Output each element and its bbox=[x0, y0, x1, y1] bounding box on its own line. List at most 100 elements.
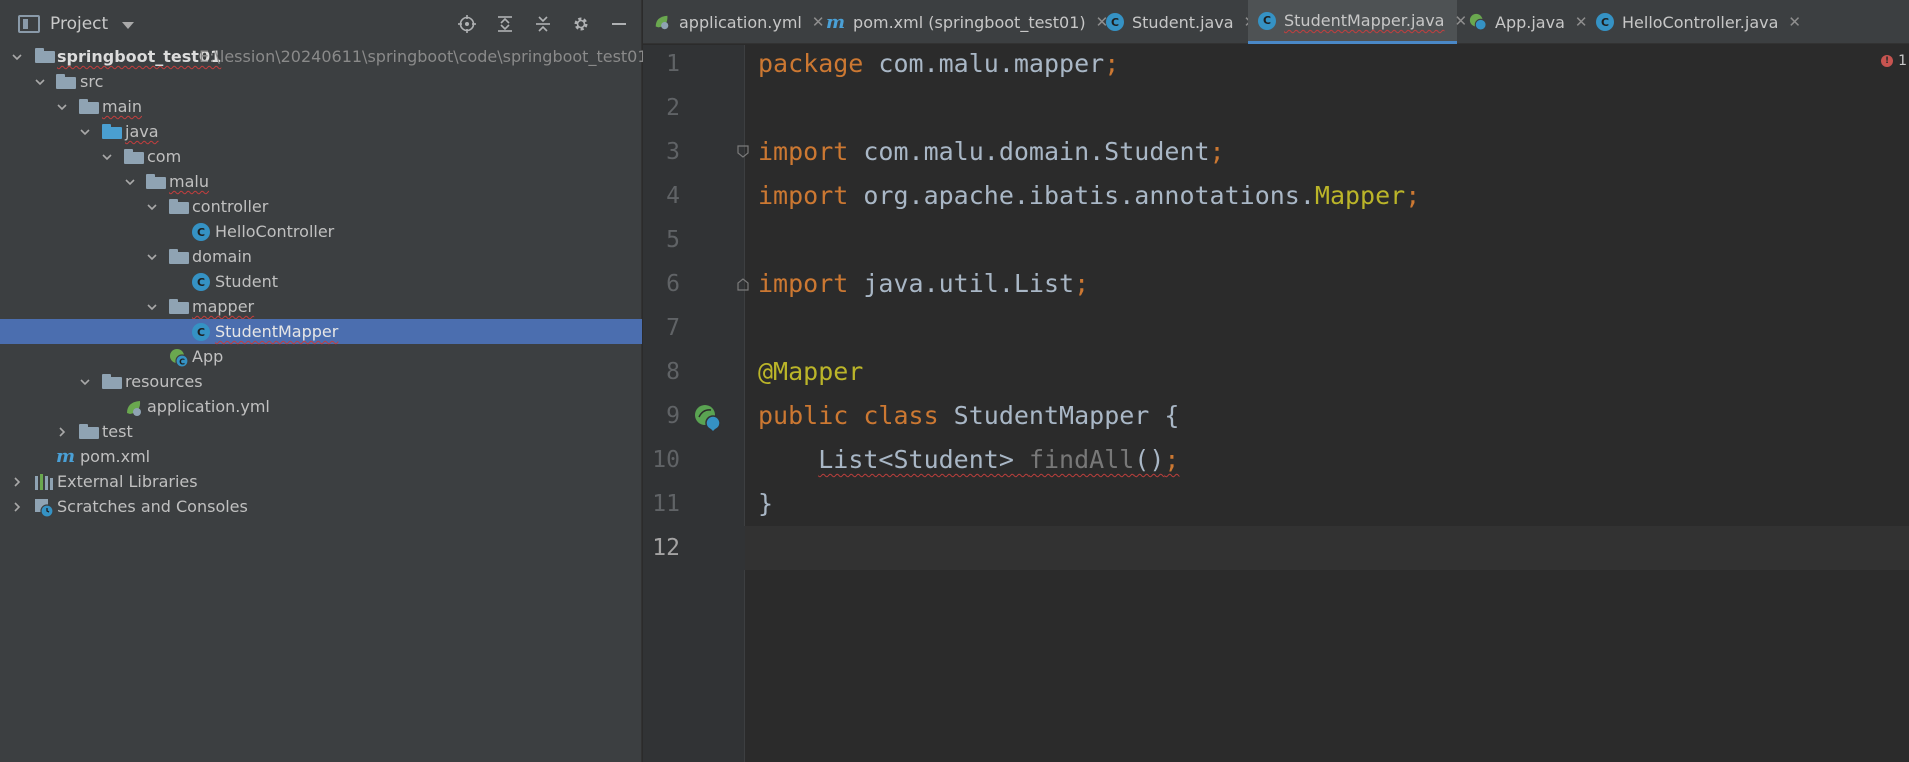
tree-row-module[interactable]: springboot_test01 E:\lession\20240611\sp… bbox=[0, 44, 648, 69]
tree-item-label: controller bbox=[192, 197, 269, 216]
chevron-right-icon[interactable] bbox=[56, 426, 68, 438]
tree-item-label: src bbox=[80, 72, 104, 91]
tree-row-pom[interactable]: m pom.xml bbox=[0, 444, 642, 469]
tree-row-application-yml[interactable]: application.yml bbox=[0, 394, 642, 419]
tab-pom-xml[interactable]: m pom.xml (springboot_test01) ✕ bbox=[826, 0, 1108, 44]
chevron-down-icon[interactable] bbox=[79, 376, 91, 388]
line-number: 8 bbox=[666, 359, 680, 385]
tree-item-label: resources bbox=[125, 372, 203, 391]
chevron-down-icon[interactable] bbox=[56, 101, 68, 113]
tree-row-domain[interactable]: domain bbox=[0, 244, 642, 269]
code-editor[interactable]: ! 1 1 2 3 4 5 6 7 8 9 10 11 12 package c… bbox=[643, 45, 1909, 762]
spring-bean-gutter-icon[interactable] bbox=[693, 403, 723, 433]
package-icon bbox=[146, 174, 166, 192]
code-token: import bbox=[758, 137, 849, 166]
tab-label: HelloController.java bbox=[1622, 12, 1779, 32]
tree-item-label: com bbox=[147, 147, 182, 166]
line-number: 1 bbox=[666, 51, 680, 77]
spring-config-icon bbox=[655, 15, 669, 30]
close-icon[interactable]: ✕ bbox=[1788, 13, 1801, 31]
scratches-icon bbox=[34, 498, 54, 518]
tree-row-main[interactable]: main bbox=[0, 94, 642, 119]
class-icon: C bbox=[192, 223, 212, 241]
tab-student-java[interactable]: C Student.java ✕ bbox=[1106, 0, 1256, 44]
project-panel-title[interactable]: Project bbox=[50, 14, 108, 34]
tree-row-external-libraries[interactable]: External Libraries bbox=[0, 469, 642, 494]
tree-row-studentmapper[interactable]: C StudentMapper bbox=[0, 319, 642, 344]
tree-item-label: test bbox=[102, 422, 133, 441]
package-icon bbox=[169, 199, 189, 217]
chevron-down-icon[interactable] bbox=[146, 201, 158, 213]
tab-application-yml[interactable]: application.yml ✕ bbox=[653, 0, 824, 44]
chevron-right-icon[interactable] bbox=[11, 501, 23, 513]
code-line[interactable]: import java.util.List; bbox=[758, 269, 1089, 298]
tree-row-scratches[interactable]: Scratches and Consoles bbox=[0, 494, 642, 519]
chevron-down-icon[interactable] bbox=[79, 126, 91, 138]
line-number: 12 bbox=[652, 535, 680, 561]
tab-hellocontroller-java[interactable]: C HelloController.java ✕ bbox=[1596, 0, 1801, 44]
code-line[interactable]: List<Student> findAll(); bbox=[758, 445, 1179, 474]
tab-app-java[interactable]: App.java ✕ bbox=[1469, 0, 1587, 44]
code-token: @Mapper bbox=[758, 357, 864, 386]
close-icon[interactable]: ✕ bbox=[812, 13, 825, 31]
chevron-down-icon[interactable] bbox=[122, 22, 135, 29]
chevron-right-icon[interactable] bbox=[11, 476, 23, 488]
tab-studentmapper-java[interactable]: C StudentMapper.java ✕ bbox=[1248, 0, 1467, 44]
expand-all-icon[interactable] bbox=[493, 12, 517, 36]
code-line[interactable]: import org.apache.ibatis.annotations.Map… bbox=[758, 181, 1420, 210]
gear-icon[interactable] bbox=[569, 12, 593, 36]
line-number: 2 bbox=[666, 95, 680, 121]
code-line[interactable]: public class StudentMapper { bbox=[758, 401, 1179, 430]
libraries-icon bbox=[34, 473, 54, 491]
tree-item-label: mapper bbox=[192, 297, 255, 316]
tree-row-hellocontroller[interactable]: C HelloController bbox=[0, 219, 642, 244]
tree-row-com[interactable]: com bbox=[0, 144, 642, 169]
chevron-down-icon[interactable] bbox=[11, 51, 23, 63]
code-line[interactable]: package com.malu.mapper; bbox=[758, 49, 1119, 78]
fold-end-icon[interactable] bbox=[736, 277, 750, 291]
code-token: List<Student> bbox=[818, 445, 1029, 474]
class-icon: C bbox=[1106, 13, 1124, 31]
tree-item-label: App bbox=[192, 347, 224, 366]
current-line-highlight bbox=[643, 526, 1909, 570]
tree-item-label: domain bbox=[192, 247, 252, 266]
folder-icon bbox=[56, 74, 76, 92]
code-token: ; bbox=[1209, 137, 1225, 166]
locate-icon[interactable] bbox=[455, 12, 479, 36]
chevron-down-icon[interactable] bbox=[146, 301, 158, 313]
tree-item-label: pom.xml bbox=[80, 447, 151, 466]
package-icon bbox=[169, 249, 189, 267]
maven-icon: m bbox=[826, 11, 846, 33]
tree-row-resources[interactable]: resources bbox=[0, 369, 642, 394]
code-line[interactable]: import com.malu.domain.Student; bbox=[758, 137, 1225, 166]
package-icon bbox=[124, 149, 144, 167]
project-panel-header: Project bbox=[0, 0, 641, 48]
code-line[interactable]: } bbox=[758, 489, 773, 518]
tab-label: application.yml bbox=[679, 12, 802, 32]
chevron-down-icon[interactable] bbox=[146, 251, 158, 263]
code-line[interactable]: @Mapper bbox=[758, 357, 863, 386]
tree-row-malu[interactable]: malu bbox=[0, 169, 642, 194]
code-token: StudentMapper { bbox=[938, 401, 1180, 430]
close-icon[interactable]: ✕ bbox=[1575, 13, 1588, 31]
tree-row-java[interactable]: java bbox=[0, 119, 642, 144]
tree-row-src[interactable]: src bbox=[0, 69, 642, 94]
close-icon[interactable]: ✕ bbox=[1454, 12, 1467, 30]
chevron-down-icon[interactable] bbox=[34, 76, 46, 88]
line-number: 10 bbox=[652, 447, 680, 473]
inspection-widget[interactable]: ! 1 bbox=[1881, 53, 1907, 69]
code-token: ; bbox=[1405, 181, 1421, 210]
minimize-icon[interactable] bbox=[607, 12, 631, 36]
chevron-down-icon[interactable] bbox=[124, 176, 136, 188]
tree-row-app[interactable]: C App bbox=[0, 344, 642, 369]
tree-row-student[interactable]: C Student bbox=[0, 269, 642, 294]
tree-row-test[interactable]: test bbox=[0, 419, 642, 444]
folder-icon bbox=[79, 99, 99, 117]
tree-row-controller[interactable]: controller bbox=[0, 194, 642, 219]
tree-row-mapper[interactable]: mapper bbox=[0, 294, 642, 319]
collapse-all-icon[interactable] bbox=[531, 12, 555, 36]
module-folder-icon bbox=[35, 48, 55, 66]
error-count: 1 bbox=[1898, 53, 1907, 69]
fold-start-icon[interactable] bbox=[736, 145, 750, 159]
chevron-down-icon[interactable] bbox=[101, 151, 113, 163]
